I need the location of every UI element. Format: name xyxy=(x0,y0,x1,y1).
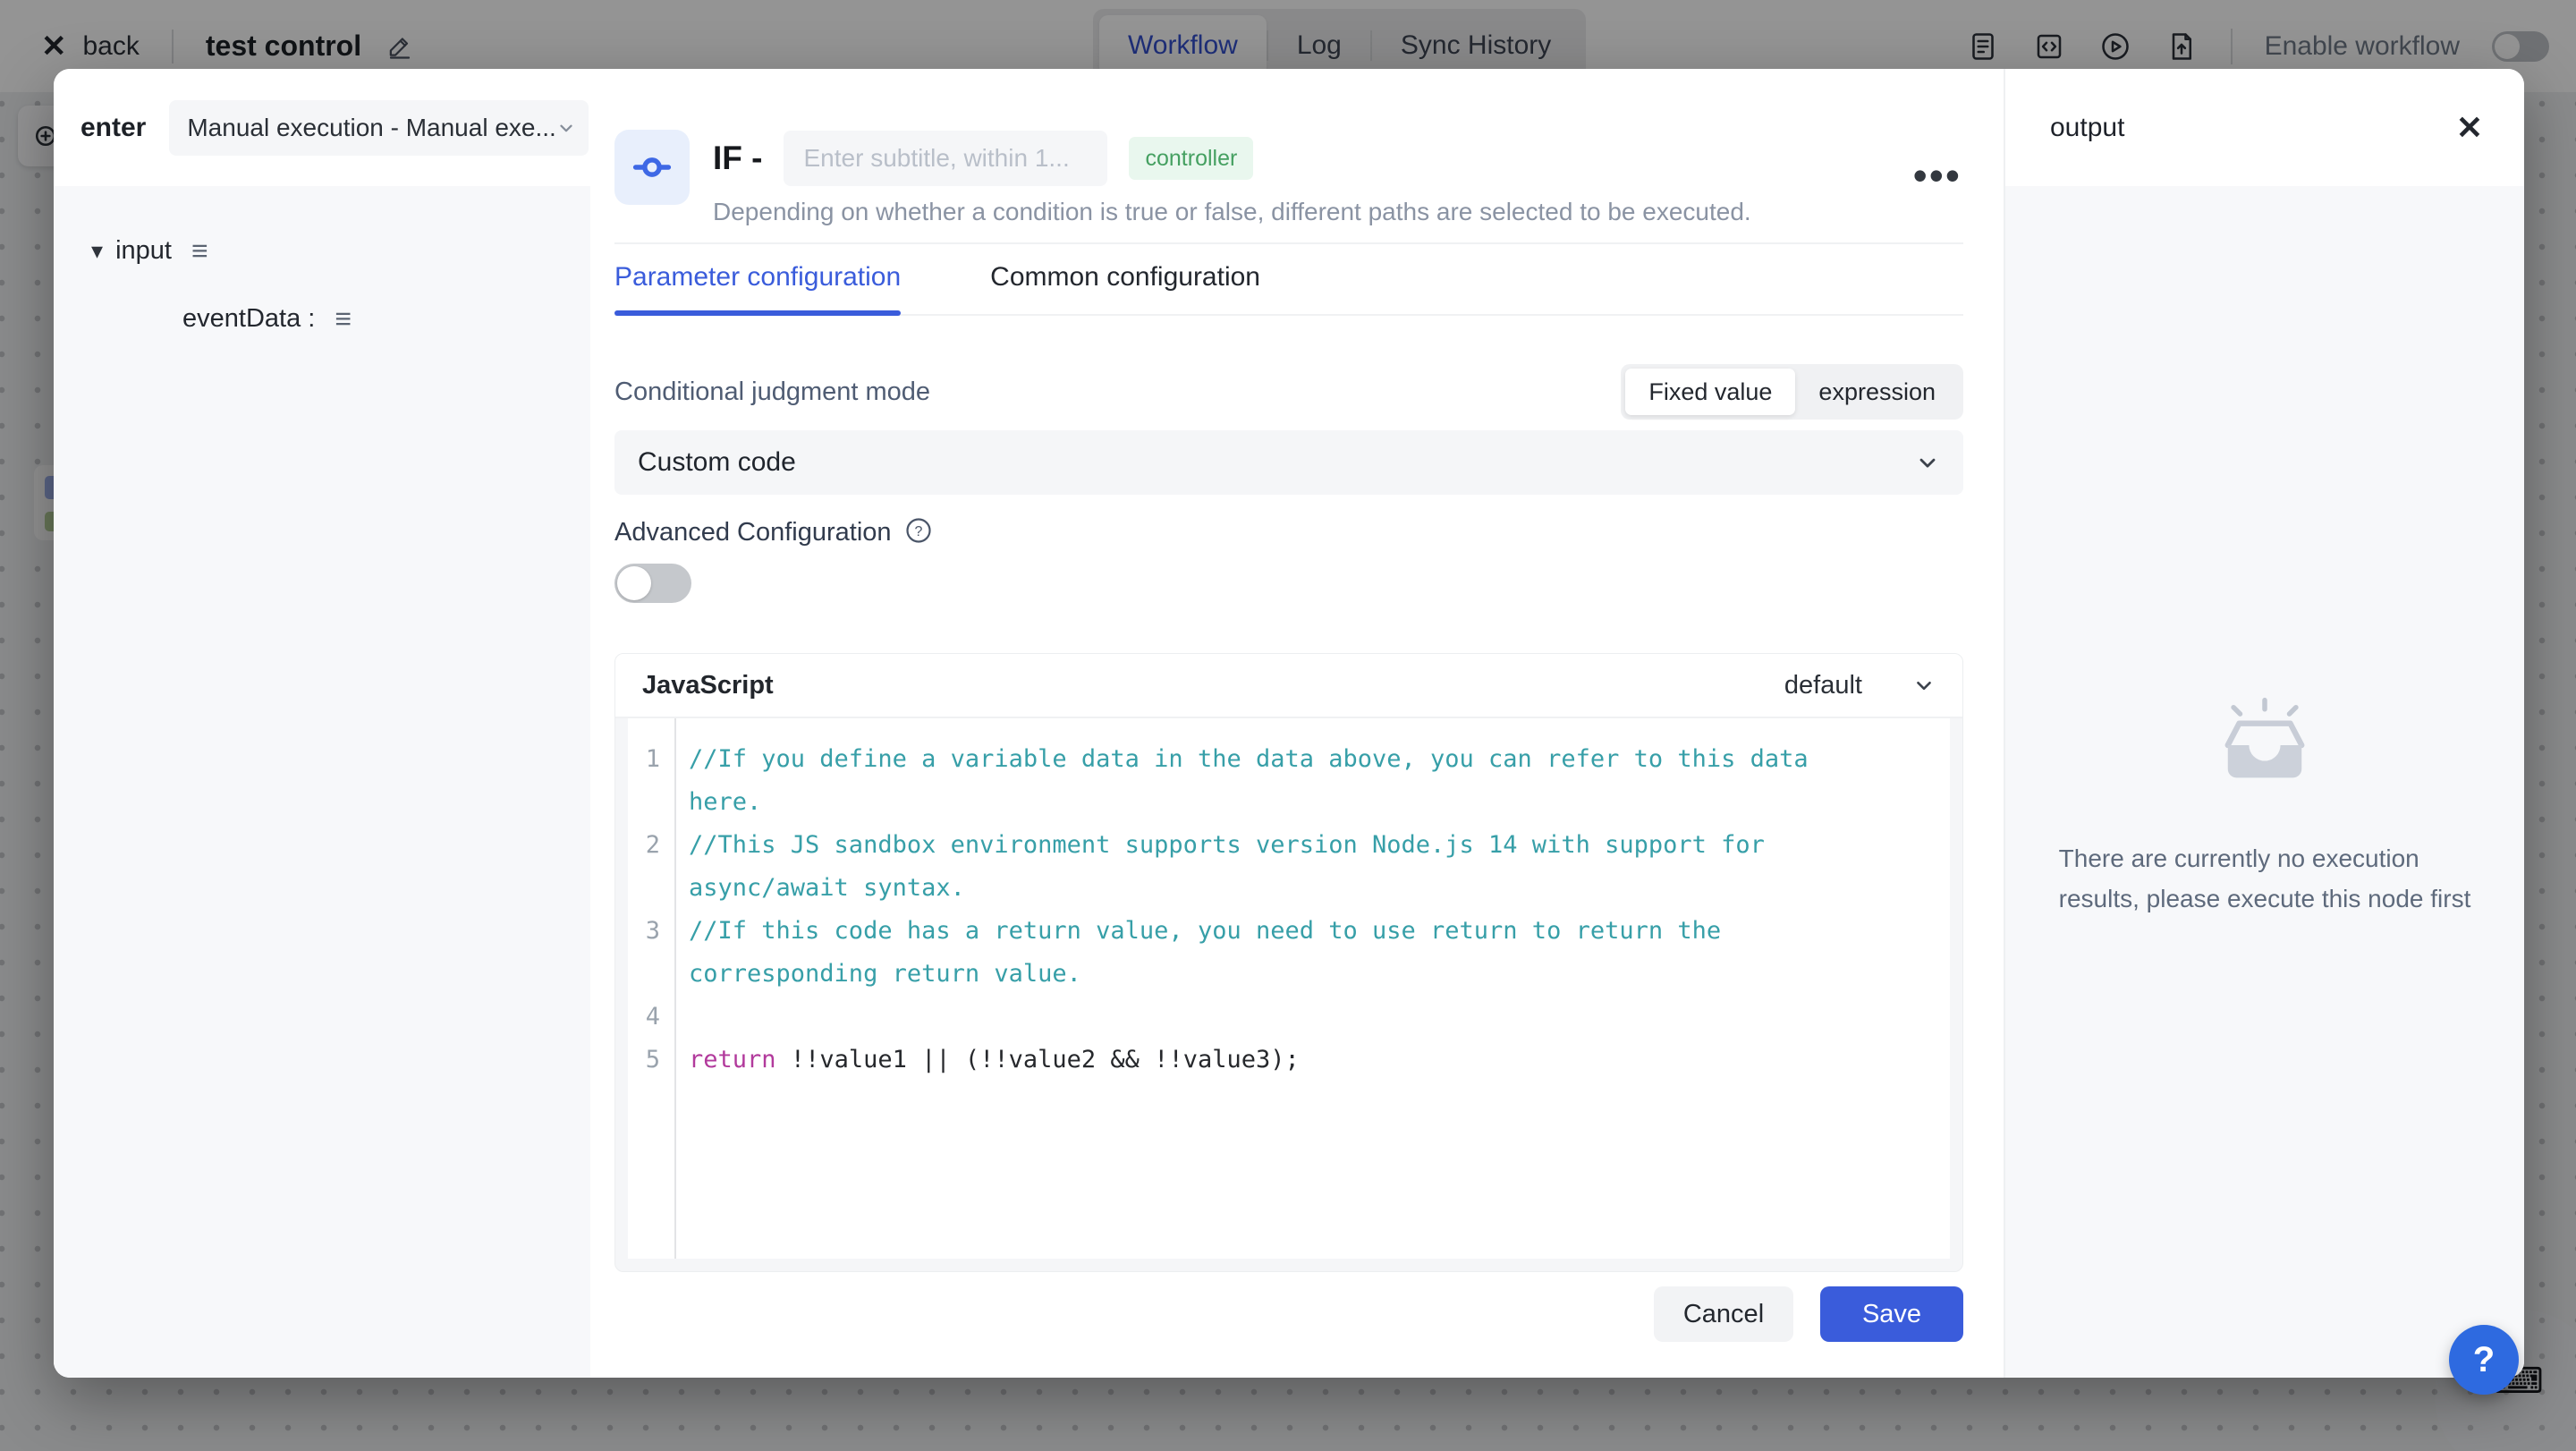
trigger-source-value: Manual execution - Manual exe... xyxy=(187,114,555,142)
if-node-icon xyxy=(614,130,690,205)
empty-message-line1: There are currently no execution xyxy=(2059,838,2471,878)
subtitle-input[interactable] xyxy=(784,131,1107,186)
input-panel: enter Manual execution - Manual exe... ▾… xyxy=(54,69,590,1378)
tab-common-configuration[interactable]: Common configuration xyxy=(990,262,1260,314)
judgment-mode-value: Custom code xyxy=(638,447,796,478)
tree-row-eventdata[interactable]: eventData : ≡ xyxy=(54,290,590,347)
chevron-down-icon xyxy=(1915,450,1940,475)
node-title: IF - xyxy=(713,140,762,177)
close-panel-icon[interactable]: ✕ xyxy=(2456,109,2483,147)
drag-handle-icon[interactable]: ≡ xyxy=(191,236,208,265)
trigger-source-select[interactable]: Manual execution - Manual exe... xyxy=(169,100,588,156)
chevron-down-icon xyxy=(1912,674,1936,697)
output-panel: output ✕ There are currently no executio… xyxy=(2004,69,2524,1378)
node-config-modal: enter Manual execution - Manual exe... ▾… xyxy=(54,69,2524,1378)
editor-language-label: JavaScript xyxy=(642,671,774,700)
code-comment: //If this code has a return value, you n… xyxy=(689,917,1735,988)
editor-preset-select[interactable]: default xyxy=(1784,671,1936,700)
config-tabs: Parameter configuration Common configura… xyxy=(614,262,1963,316)
line-number: 1 xyxy=(628,738,674,824)
tree-label-input: input xyxy=(115,236,172,266)
help-button[interactable]: ? xyxy=(2449,1325,2519,1395)
cancel-button[interactable]: Cancel xyxy=(1654,1286,1793,1342)
question-mark-icon: ? xyxy=(2473,1340,2495,1380)
tree-label-eventdata: eventData : xyxy=(182,304,315,334)
gutter-divider xyxy=(674,718,676,1259)
tab-parameter-configuration[interactable]: Parameter configuration xyxy=(614,262,901,314)
node-type-badge: controller xyxy=(1129,137,1253,180)
line-number: 2 xyxy=(628,824,674,910)
code-plain: !!value1 || (!!value2 && !!value3); xyxy=(776,1046,1300,1073)
editor-preset-value: default xyxy=(1784,671,1862,700)
empty-inbox-icon xyxy=(2207,696,2322,799)
output-title: output xyxy=(2050,113,2124,143)
code-line: 4 xyxy=(628,996,1950,1039)
tree-row-input[interactable]: ▾ input ≡ xyxy=(54,222,590,279)
mode-fixed-value-button[interactable]: Fixed value xyxy=(1625,369,1795,415)
code-keyword: return xyxy=(689,1046,776,1073)
code-line: 1 //If you define a variable data in the… xyxy=(628,738,1950,824)
code-line: 2 //This JS sandbox environment supports… xyxy=(628,824,1950,910)
empty-state-message: There are currently no execution results… xyxy=(2059,838,2471,919)
code-editor-textarea[interactable]: 1 //If you define a variable data in the… xyxy=(628,718,1950,1259)
save-button[interactable]: Save xyxy=(1820,1286,1963,1342)
empty-message-line2: results, please execute this node first xyxy=(2059,878,2471,919)
line-number: 5 xyxy=(628,1039,674,1082)
line-number: 3 xyxy=(628,910,674,996)
conditional-judgment-label: Conditional judgment mode xyxy=(614,378,930,407)
code-line: 5 return !!value1 || (!!value2 && !!valu… xyxy=(628,1039,1950,1082)
code-line: 3 //If this code has a return value, you… xyxy=(628,910,1950,996)
tree-collapse-icon[interactable]: ▾ xyxy=(91,237,103,265)
input-data-tree: ▾ input ≡ eventData : ≡ xyxy=(54,186,590,1378)
code-editor: JavaScript default 1 //If you define a v… xyxy=(614,653,1963,1272)
line-number: 4 xyxy=(628,996,674,1039)
advanced-config-toggle[interactable] xyxy=(614,564,691,603)
config-panel: IF - controller Depending on whether a c… xyxy=(590,69,2004,1378)
chevron-down-icon xyxy=(556,118,576,138)
value-mode-segmented: Fixed value expression xyxy=(1621,364,1963,420)
mode-expression-button[interactable]: expression xyxy=(1795,369,1959,415)
code-comment: //If you define a variable data in the d… xyxy=(689,745,1823,816)
svg-text:?: ? xyxy=(914,524,922,539)
node-header: IF - controller Depending on whether a c… xyxy=(614,130,1963,244)
more-actions-icon[interactable]: ••• xyxy=(1913,165,1962,186)
enter-label: enter xyxy=(80,113,146,143)
help-circle-icon[interactable]: ? xyxy=(904,516,933,549)
code-comment: //This JS sandbox environment supports v… xyxy=(689,831,1779,902)
drag-handle-icon[interactable]: ≡ xyxy=(335,304,352,333)
node-description: Depending on whether a condition is true… xyxy=(713,198,1751,226)
advanced-config-label: Advanced Configuration xyxy=(614,518,892,547)
judgment-mode-select[interactable]: Custom code xyxy=(614,430,1963,495)
